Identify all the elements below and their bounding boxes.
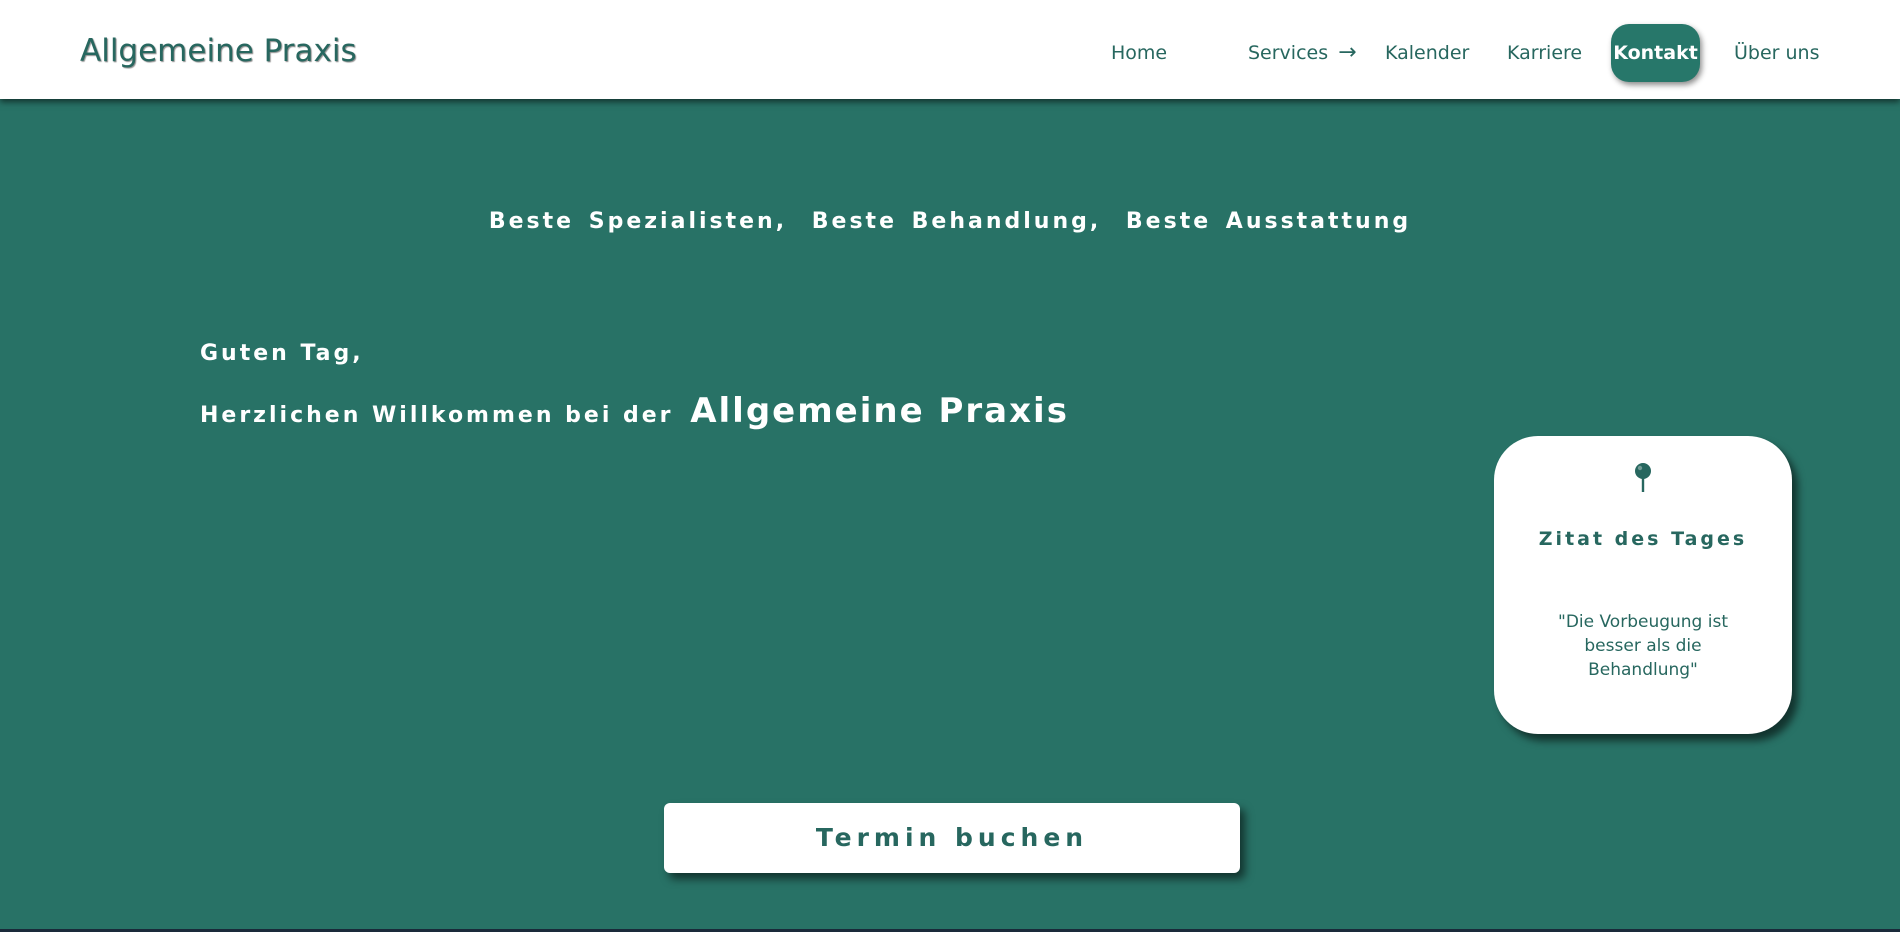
welcome-practice-name: Allgemeine Praxis — [690, 391, 1069, 431]
hero-tagline: Beste Spezialisten, Beste Behandlung, Be… — [0, 209, 1900, 234]
tagline-part-3: Beste Ausstattung — [1125, 209, 1412, 234]
hero-section: Beste Spezialisten, Beste Behandlung, Be… — [0, 99, 1900, 929]
tagline-part-2: Beste Behandlung, — [811, 209, 1102, 234]
book-appointment-button[interactable]: Termin buchen — [664, 803, 1240, 873]
arrow-right-icon: → — [1338, 40, 1357, 65]
quote-card: Zitat des Tages "Die Vorbeugung ist bess… — [1494, 436, 1792, 734]
quote-title: Zitat des Tages — [1538, 528, 1748, 550]
site-header: Allgemeine Praxis Home Services → Kalende… — [0, 0, 1900, 99]
nav-item-kontakt[interactable]: Kontakt — [1611, 24, 1700, 82]
nav-item-services-label: Services — [1248, 42, 1329, 64]
nav-item-karriere[interactable]: Karriere — [1507, 24, 1582, 82]
brand-logo-text[interactable]: Allgemeine Praxis — [80, 33, 357, 69]
nav-item-ueber-uns[interactable]: Über uns — [1734, 24, 1820, 82]
tagline-part-1: Beste Spezialisten, — [488, 209, 788, 234]
nav-item-home[interactable]: Home — [1111, 24, 1167, 82]
hero-welcome: Herzlichen Willkommen bei der Allgemeine… — [200, 391, 1069, 431]
welcome-prefix: Herzlichen Willkommen bei der — [200, 403, 674, 428]
pin-icon — [1635, 463, 1651, 492]
nav-item-kalender[interactable]: Kalender — [1385, 24, 1469, 82]
quote-text: "Die Vorbeugung ist besser als die Behan… — [1558, 612, 1728, 680]
hero-greeting: Guten Tag, — [200, 341, 364, 366]
nav-item-services[interactable]: Services → — [1248, 24, 1357, 82]
